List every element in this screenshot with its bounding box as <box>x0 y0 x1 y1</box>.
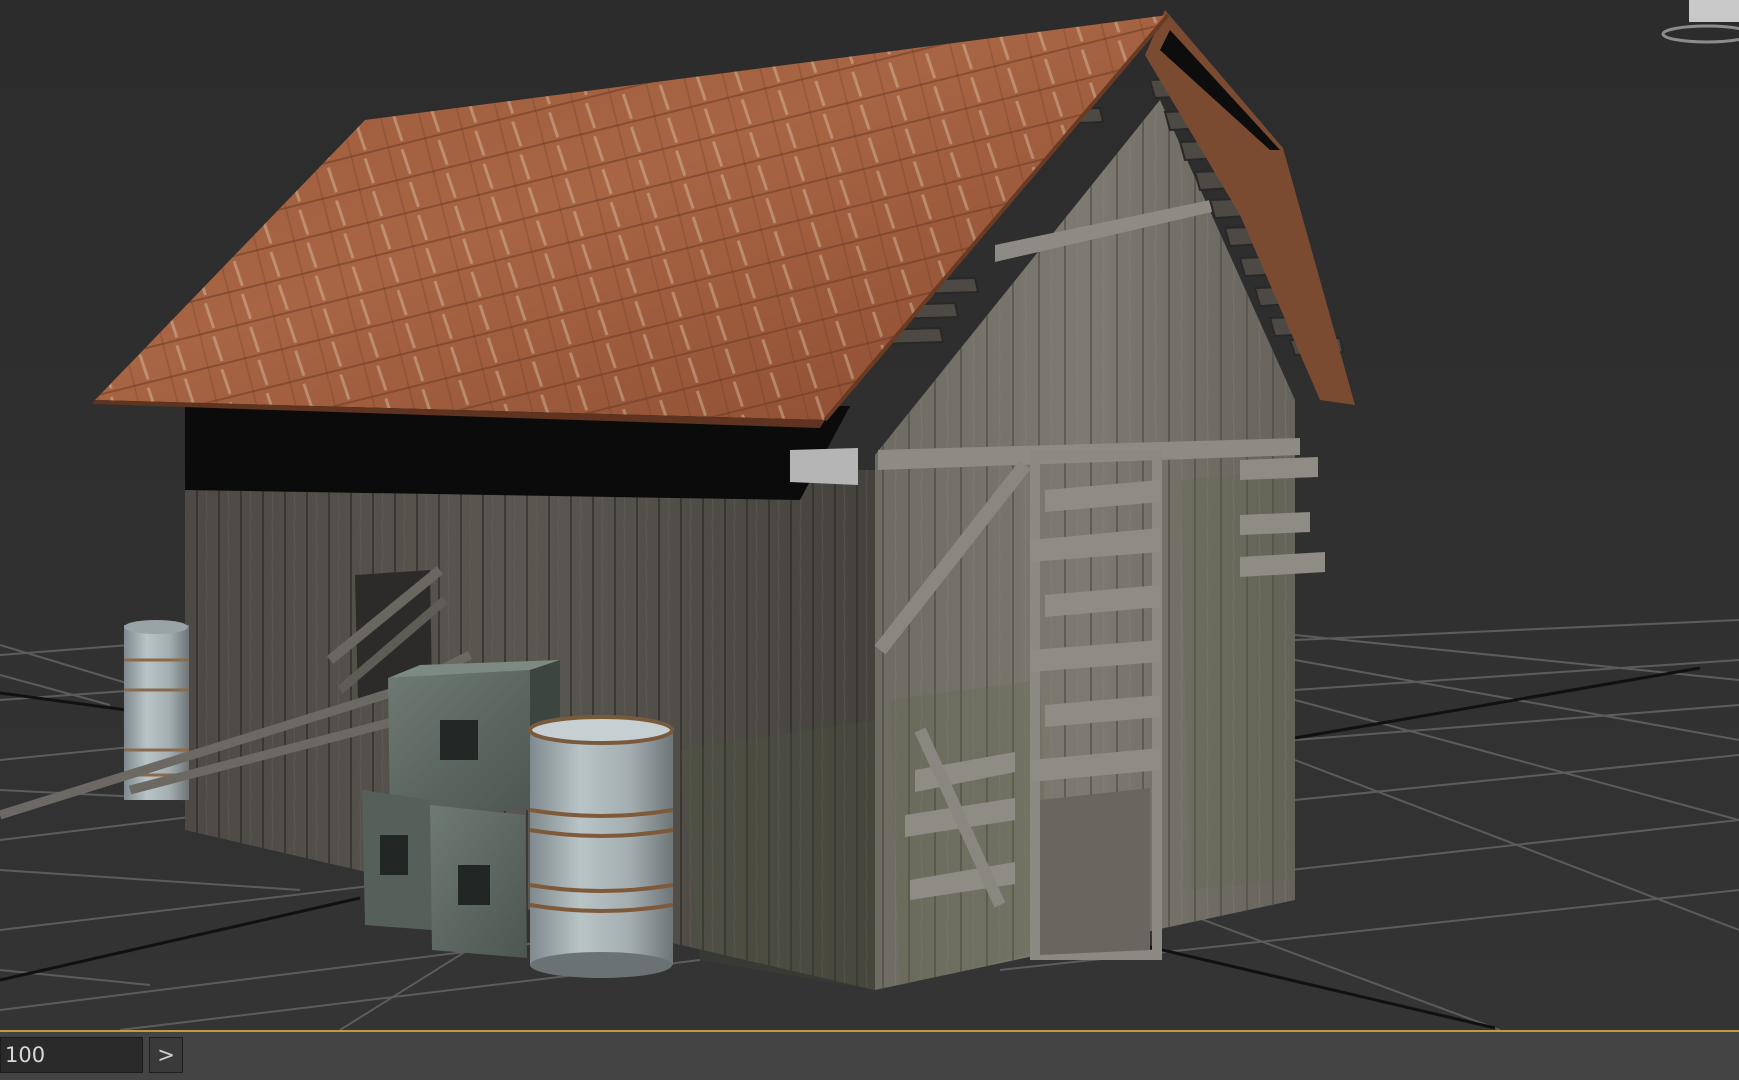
perspective-viewport[interactable] <box>0 0 1739 1030</box>
frame-counter-field[interactable]: 100 <box>0 1037 143 1073</box>
viewcube-icon[interactable] <box>1629 0 1739 50</box>
barrel-front <box>528 715 674 978</box>
timeline-track[interactable] <box>190 1037 1739 1073</box>
app-window: 100 > <box>0 0 1739 1080</box>
time-slider-bar: 100 > <box>0 1030 1739 1080</box>
next-frame-button[interactable]: > <box>149 1037 183 1073</box>
scene-canvas[interactable] <box>0 0 1739 1030</box>
